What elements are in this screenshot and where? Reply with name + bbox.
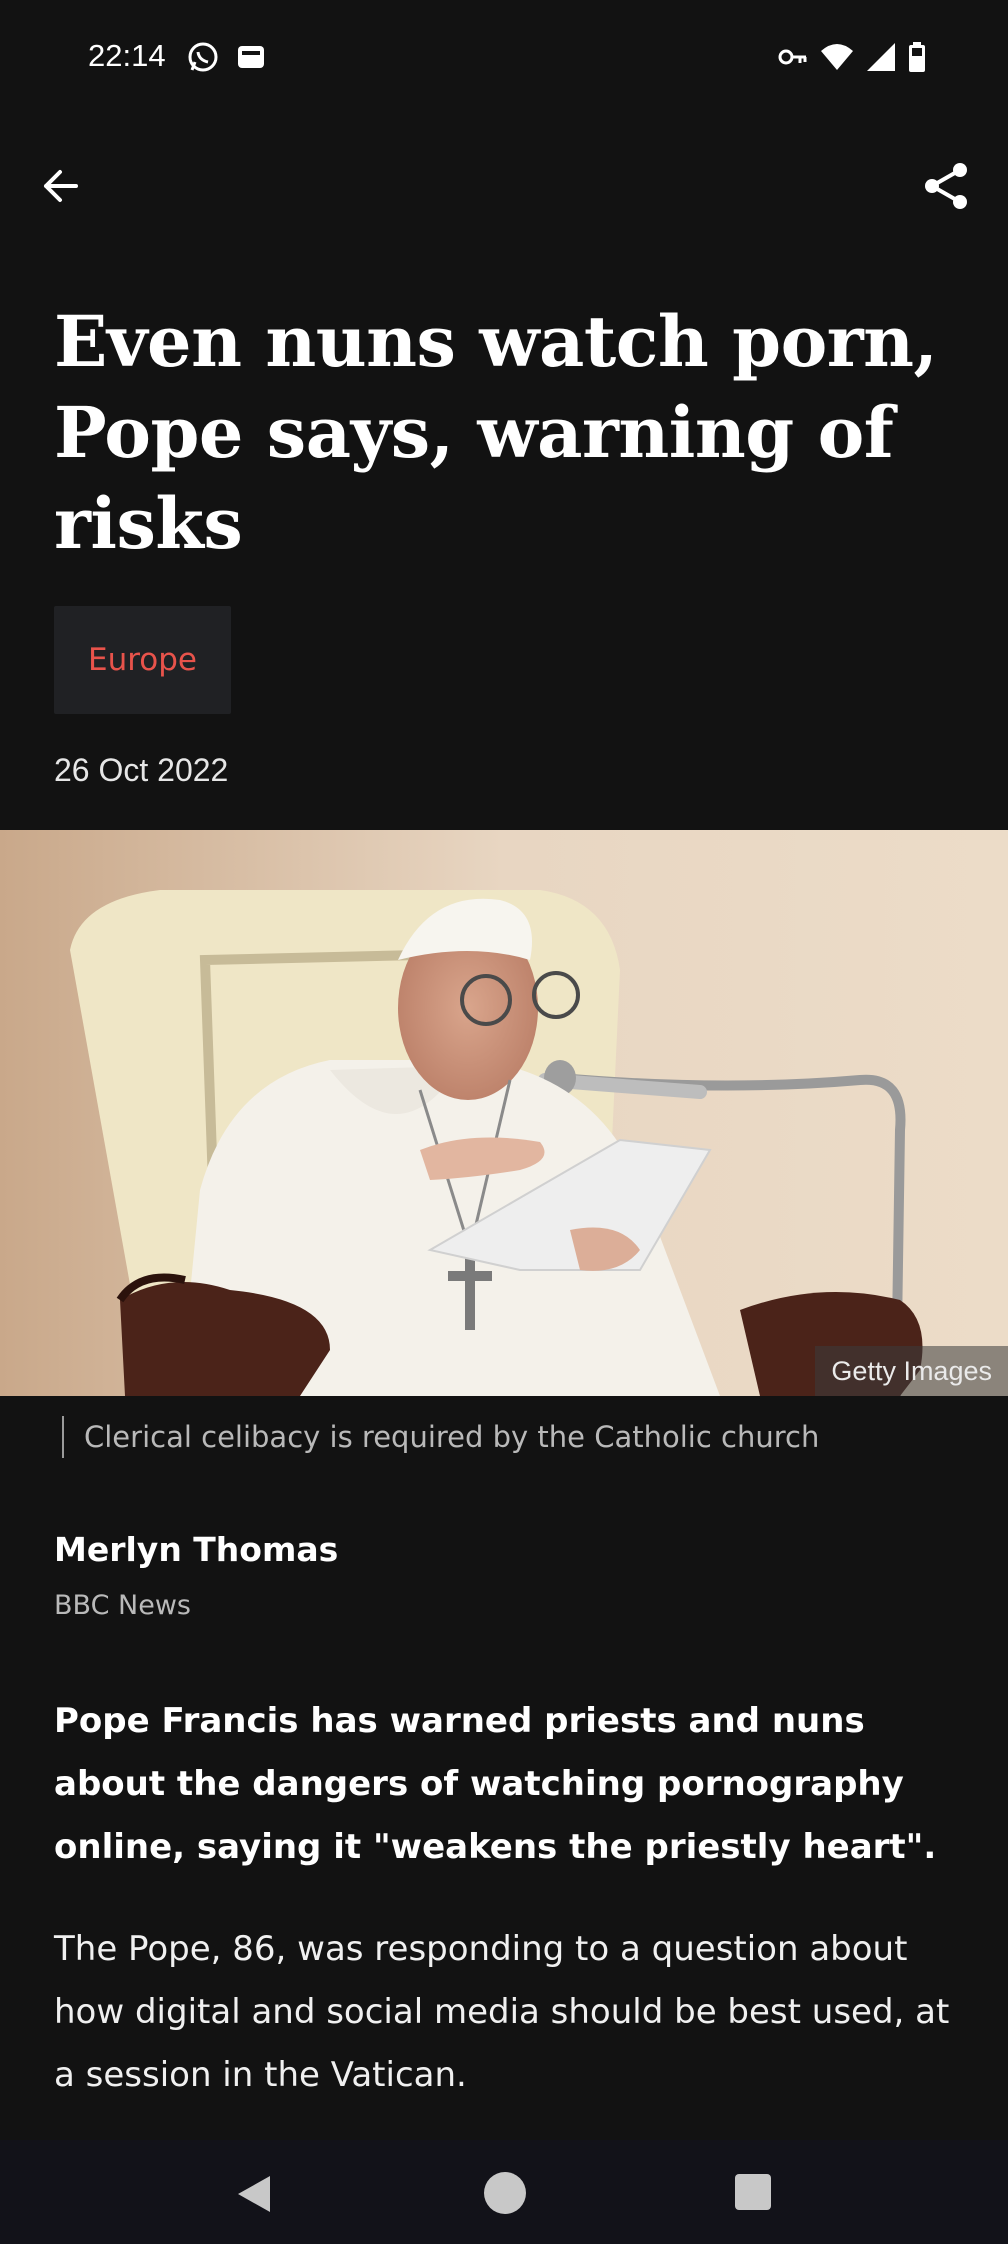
nav-home-icon[interactable]	[484, 2172, 526, 2214]
article-date: 26 Oct 2022	[54, 752, 229, 788]
signal-icon	[867, 43, 895, 71]
article-paragraph: The Pope, 86, was responding to a questi…	[54, 1929, 950, 2095]
wifi-icon	[821, 44, 853, 70]
whatsapp-icon	[188, 42, 218, 72]
image-credit: Getty Images	[815, 1346, 1008, 1396]
author-name: Merlyn Thomas	[54, 1530, 339, 1569]
topic-chip[interactable]: Europe	[54, 606, 231, 714]
nav-recents-icon[interactable]	[735, 2174, 771, 2210]
app-bar	[0, 114, 1008, 256]
article-headline: Even nuns watch porn, Pope says, warning…	[54, 300, 938, 565]
vpn-key-icon	[778, 49, 807, 65]
system-nav-bar	[0, 2140, 1008, 2244]
hero-image: Getty Images	[0, 830, 1008, 1396]
article-lede: Pope Francis has warned priests and nuns…	[54, 1701, 937, 1867]
status-left-icons	[186, 40, 268, 74]
back-button[interactable]	[36, 160, 88, 212]
status-time: 22:14	[88, 38, 166, 73]
status-right-icons	[778, 40, 926, 74]
arrow-left-icon	[44, 170, 78, 202]
author-org: BBC News	[54, 1590, 191, 1621]
nav-back-icon[interactable]	[232, 2172, 276, 2216]
inbox-icon	[238, 46, 264, 68]
image-caption: Clerical celibacy is required by the Cat…	[62, 1416, 819, 1458]
battery-icon	[909, 42, 925, 72]
topic-label: Europe	[87, 642, 197, 678]
status-bar: 22:14	[0, 0, 1008, 114]
share-button[interactable]	[918, 158, 974, 214]
pope-photo	[0, 830, 1008, 1396]
share-icon	[925, 163, 967, 209]
